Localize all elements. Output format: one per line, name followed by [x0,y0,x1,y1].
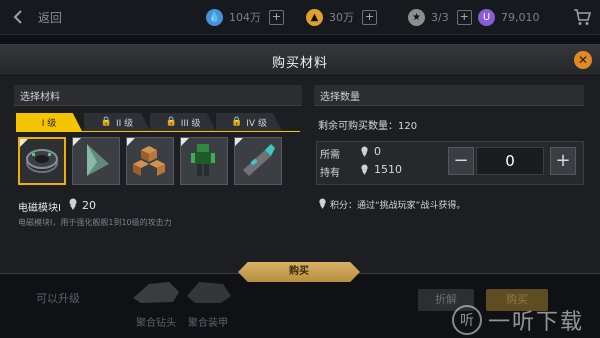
select-material-title: 选择材料 [20,92,60,103]
select-quantity-title: 选择数量 [320,92,360,103]
selected-material-name: 电磁模块I [18,203,61,214]
corner-marker [181,138,189,146]
remaining-value: 120 [398,121,418,132]
resource-value: 104万 [229,11,261,24]
add-water-button[interactable]: + [269,9,284,25]
quantity-input[interactable]: 0 [476,147,544,175]
buy-button[interactable]: 购买 [238,262,360,282]
material-item-1[interactable] [18,137,66,185]
add-medal-button[interactable]: + [456,9,472,25]
material-item-3[interactable] [126,137,174,185]
selected-material-cost: 20 [82,199,96,212]
add-fuel-button[interactable]: + [362,9,377,25]
tab-level-3[interactable]: 🔒 III 级 [150,113,216,131]
corner-marker [235,138,243,146]
tab-label: I 级 [41,118,57,129]
remaining-quantity: 剩余可购买数量：120 [318,117,417,132]
watermark-logo: 听 [452,305,482,335]
required-label: 所需 [320,150,340,161]
quantity-minus-button[interactable]: − [448,147,474,175]
back-label: 返回 [38,11,63,25]
watermark: 听 一听下载 [452,302,600,338]
material-item-4[interactable] [180,137,228,185]
lock-icon: 🔒 [231,117,243,127]
dialog-title: 购买材料 [271,56,328,71]
corner-marker [73,138,81,146]
lock-icon: 🔒 [100,117,113,127]
material-item-2[interactable] [72,137,120,185]
corner-marker [127,138,135,146]
resource-value: 3/3 [431,10,449,24]
back-button[interactable] [8,6,30,28]
right-panel-header: 选择数量 [314,85,584,106]
watermark-text: 一听下载 [488,310,585,335]
resource-medal: ★ 3/3 + [408,7,472,27]
close-button[interactable]: ✕ [574,51,592,69]
back-arrow-icon [13,10,22,24]
armor-ship-icon [187,282,231,303]
bg-item-drill[interactable]: 聚合钻头 [126,276,186,329]
medal-icon: ★ [408,8,425,26]
fuel-icon: ▲ [306,8,323,26]
bg-item-label: 聚合装甲 [188,318,228,329]
medal-icon [361,146,368,157]
gem-icon: U [478,8,495,26]
resource-value: 30万 [329,11,354,24]
bg-item-label: 聚合钻头 [136,318,176,329]
medal-icon [319,198,326,209]
left-panel-header: 选择材料 [14,85,302,106]
tab-label: IV 级 [246,118,267,129]
resource-value: 79,010 [501,10,540,24]
top-bar: 返回 💧 104万 + ▲ 30万 + ★ 3/3 + U 79,010 [0,0,600,35]
lock-icon: 🔒 [165,117,177,127]
resource-fuel: ▲ 30万 + [306,7,377,27]
medal-cost-icon [69,198,77,210]
tab-level-2[interactable]: 🔒 II 级 [84,113,150,131]
points-hint: 积分：通过“挑战玩家”战斗获得。 [330,201,466,211]
owned-label: 持有 [320,168,340,179]
required-value: 0 [374,145,381,158]
resource-water: 💧 104万 + [206,7,284,27]
tab-level-1[interactable]: I 级 [16,113,82,131]
tab-level-4[interactable]: 🔒 IV 级 [216,113,282,131]
quantity-plus-button[interactable]: + [550,147,576,175]
owned-value: 1510 [374,163,402,176]
upgrade-label: 可以升级 [36,292,80,305]
bg-item-armor[interactable]: 聚合装甲 [178,276,238,329]
corner-marker [20,139,28,147]
tab-label: III 级 [180,118,201,129]
medal-icon [361,164,368,175]
water-drop-icon: 💧 [206,8,223,26]
cart-icon [574,9,592,25]
remaining-label: 剩余可购买数量： [318,121,398,132]
tab-underline [16,131,300,132]
material-item-5[interactable] [234,137,282,185]
resource-gem: U 79,010 [478,7,540,27]
drill-ship-icon [133,282,179,303]
dialog-header: 购买材料 ✕ [0,45,600,76]
shop-cart-button[interactable] [572,7,592,31]
selected-material-description: 电磁模块I，用于强化舰舰1到10级的攻击力 [18,218,172,227]
tab-label: II 级 [116,118,134,129]
buy-material-dialog: 购买材料 ✕ 选择材料 I 级 🔒 II 级 🔒 III 级 🔒 IV 级 电磁… [0,44,600,274]
